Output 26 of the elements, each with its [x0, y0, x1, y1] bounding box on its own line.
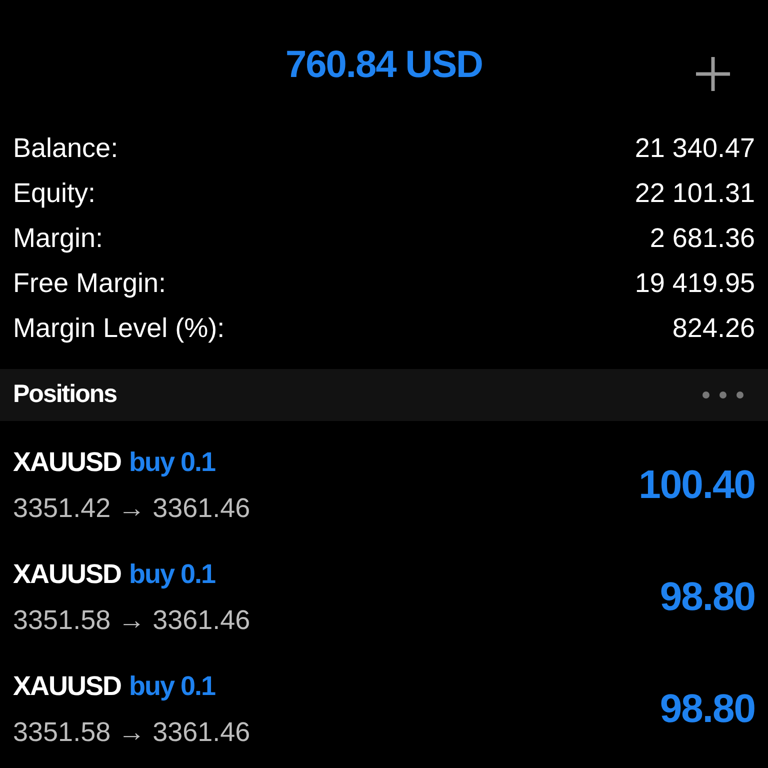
summary-value: 21 340.47: [634, 132, 755, 165]
summary-label: Margin Level (%):: [13, 312, 225, 345]
balance-total: 760.84 USD: [285, 46, 482, 84]
position-profit: 100.40: [638, 462, 755, 509]
summary-value: 824.26: [672, 312, 755, 345]
position-profit: 98.80: [660, 686, 755, 733]
position-order: buy 0.1: [129, 446, 216, 479]
position-prices: 3351.42 → 3361.46: [13, 492, 250, 525]
position-order: buy 0.1: [129, 670, 216, 703]
position-prices: 3351.58 → 3361.46: [13, 604, 250, 637]
summary-label: Free Margin:: [13, 267, 166, 300]
position-symbol: XAUUSD: [13, 446, 122, 478]
position-symbol: XAUUSD: [13, 670, 122, 702]
position-prices: 3351.58 → 3361.46: [13, 716, 250, 749]
summary-value: 2 681.36: [650, 222, 755, 255]
summary-label: Balance:: [13, 132, 118, 165]
plus-icon[interactable]: [694, 55, 732, 93]
position-symbol: XAUUSD: [13, 558, 122, 590]
summary-value: 22 101.31: [634, 177, 755, 210]
summary-value: 19 419.95: [634, 267, 755, 300]
summary-label: Equity:: [13, 177, 96, 210]
position-order: buy 0.1: [129, 558, 216, 591]
more-icon[interactable]: [702, 391, 744, 399]
position-profit: 98.80: [660, 574, 755, 621]
summary-label: Margin:: [13, 222, 104, 255]
section-title: Positions: [13, 379, 117, 410]
